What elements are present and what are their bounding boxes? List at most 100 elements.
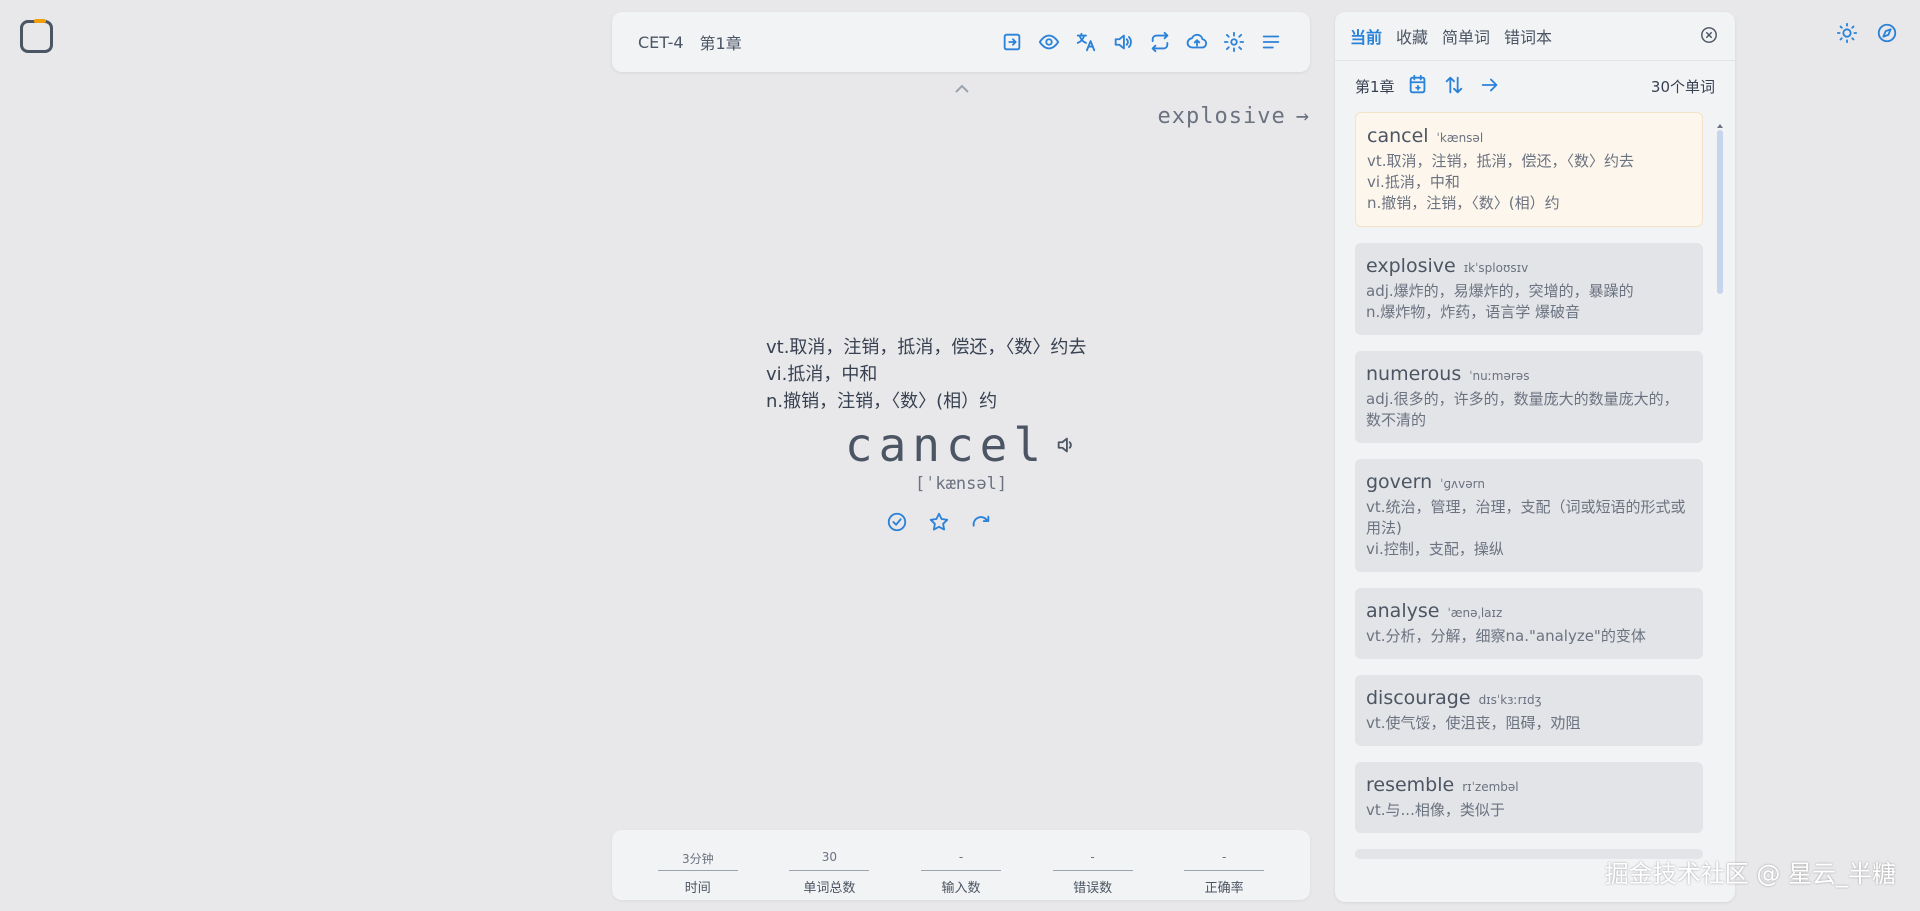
stat-total-words: 30 单词总数 <box>789 830 870 900</box>
word-translation: vt.取消，注销，抵消，偿还，〈数〉约去 vi.抵消，中和 n.撤销，注销，〈数… <box>766 334 1166 415</box>
stat-inputs: - 输入数 <box>920 830 1001 900</box>
sound-icon[interactable] <box>1110 29 1136 55</box>
stat-divider <box>657 870 738 871</box>
def-line: adj.很多的，许多的，数量庞大的数量庞大的，数不清的 <box>1366 390 1679 429</box>
trans-line: n.撤销，注销，〈数〉(相）约 <box>766 391 998 412</box>
stat-divider <box>1052 870 1133 871</box>
dict-selector[interactable]: CET-4 <box>638 33 684 52</box>
list-item[interactable]: govern ˈɡʌvərn vt.统治，管理，治理，支配（词或短语的形式或用法)… <box>1355 459 1703 572</box>
translate-icon[interactable] <box>1073 29 1099 55</box>
stat-divider <box>1184 870 1265 871</box>
def-line: vi.控制，支配，操纵 <box>1366 540 1504 558</box>
list-item[interactable]: analyse ˈænəˌlaɪz vt.分析，分解，细察na."analyze"… <box>1355 588 1703 659</box>
chapter-selector[interactable]: 第1章 <box>700 30 742 54</box>
sort-icon[interactable] <box>1443 74 1467 98</box>
word-list: cancel ˈkænsəl vt.取消，注销，抵消，偿还，〈数〉约去 vi.抵消… <box>1355 112 1703 859</box>
word-list-panel: 当前 收藏 简单词 错词本 第1章 30个单词 cancel ˈkænsəl vt… <box>1335 12 1735 902</box>
panel-tabs: 当前 收藏 简单词 错词本 <box>1335 12 1735 61</box>
skip-redo-icon[interactable] <box>969 510 993 534</box>
tab-favorites[interactable]: 收藏 <box>1396 24 1428 48</box>
trans-line: vt.取消，注销，抵消，偿还，〈数〉约去 <box>766 337 1087 358</box>
speaker-icon[interactable] <box>1055 434 1077 456</box>
current-word: cancel <box>612 418 1310 472</box>
def-line: vt.使气馁，使沮丧，阻碍，劝阻 <box>1366 714 1581 732</box>
stat-label: 正确率 <box>1204 881 1244 896</box>
def-line: n.爆炸物，炸药，语言学 爆破音 <box>1366 303 1581 321</box>
list-word: govern <box>1366 471 1433 493</box>
phonetic-text: [ˈkænsəl] <box>914 474 1008 494</box>
list-word: resemble <box>1366 774 1455 796</box>
sun-theme-icon[interactable] <box>1836 22 1860 46</box>
list-item[interactable]: discourage dɪsˈkɜːrɪdʒ vt.使气馁，使沮丧，阻碍，劝阻 <box>1355 675 1703 746</box>
stat-value: 3分钟 <box>681 852 714 866</box>
list-phonetic: ɪkˈsploʊsɪv <box>1463 261 1529 275</box>
list-item[interactable]: cancel ˈkænsəl vt.取消，注销，抵消，偿还，〈数〉约去 vi.抵消… <box>1355 112 1703 227</box>
list-phonetic: dɪsˈkɜːrɪdʒ <box>1478 693 1542 707</box>
word-text: cancel <box>844 418 1048 472</box>
compass-icon[interactable] <box>1876 22 1900 46</box>
list-definition: adj.爆炸的，易爆炸的，突增的，暴躁的 n.爆炸物，炸药，语言学 爆破音 <box>1366 281 1692 323</box>
stat-label: 单词总数 <box>803 881 856 896</box>
star-icon[interactable] <box>927 510 951 534</box>
scroll-up-arrow-icon[interactable] <box>1717 124 1723 128</box>
def-line: adj.爆炸的，易爆炸的，突增的，暴躁的 <box>1366 282 1634 300</box>
stat-divider <box>789 870 870 871</box>
stat-label: 时间 <box>684 881 711 896</box>
watermark: 掘金技术社区 @ 星云_半糖 <box>1604 860 1896 888</box>
stat-accuracy: - 正确率 <box>1184 830 1265 900</box>
chevron-up-icon[interactable] <box>952 80 972 98</box>
stats-bar: 3分钟 时间 30 单词总数 - 输入数 - 错误数 - 正确率 <box>612 830 1310 900</box>
list-item[interactable]: resemble rɪˈzembəl vt.与...相像，类似于 <box>1355 762 1703 833</box>
scrollbar-thumb[interactable] <box>1717 130 1723 294</box>
word-count: 30个单词 <box>1650 77 1715 96</box>
list-word: cancel <box>1367 125 1429 147</box>
stat-time: 3分钟 时间 <box>657 830 738 900</box>
list-word: numerous <box>1366 363 1462 385</box>
loop-icon[interactable] <box>1147 29 1173 55</box>
list-phonetic: ˈnuːmərəs <box>1469 369 1530 383</box>
tab-current[interactable]: 当前 <box>1350 24 1382 48</box>
stat-value: - <box>1090 850 1095 864</box>
settings-gear-icon[interactable] <box>1221 29 1247 55</box>
stat-label: 错误数 <box>1073 881 1113 896</box>
panel-scrollbar[interactable] <box>1717 124 1723 900</box>
tab-easy-words[interactable]: 简单词 <box>1442 24 1490 48</box>
list-definition: vt.分析，分解，细察na."analyze"的变体 <box>1366 626 1692 647</box>
list-item[interactable]: numerous ˈnuːmərəs adj.很多的，许多的，数量庞大的数量庞大的… <box>1355 351 1703 443</box>
stat-errors: - 错误数 <box>1052 830 1133 900</box>
cloud-upload-icon[interactable] <box>1184 29 1210 55</box>
refresh-calendar-icon[interactable] <box>1407 74 1431 98</box>
stat-divider <box>920 870 1001 871</box>
next-word-link[interactable]: explosive → <box>1158 104 1310 129</box>
arrow-right-icon: → <box>1295 104 1310 129</box>
list-phonetic: ˈɡʌvərn <box>1440 477 1485 491</box>
list-definition: vt.与...相像，类似于 <box>1366 800 1692 821</box>
tab-wrong-words[interactable]: 错词本 <box>1504 24 1552 48</box>
list-definition: vt.统治，管理，治理，支配（词或短语的形式或用法) vi.控制，支配，操纵 <box>1366 497 1692 560</box>
menu-list-icon[interactable] <box>1258 29 1284 55</box>
list-phonetic: rɪˈzembəl <box>1462 780 1519 794</box>
trans-line: vi.抵消，中和 <box>766 364 878 385</box>
list-item[interactable]: explosive ɪkˈsploʊsɪv adj.爆炸的，易爆炸的，突增的，暴躁… <box>1355 243 1703 335</box>
app-logo-icon[interactable] <box>20 19 53 53</box>
toolbar-tools <box>999 29 1284 55</box>
list-definition: vt.取消，注销，抵消，偿还，〈数〉约去 vi.抵消，中和 n.撤销，注销，〈数… <box>1367 151 1691 214</box>
arrow-right-icon[interactable] <box>1479 74 1503 98</box>
def-line: n.撤销，注销，〈数〉(相）约 <box>1367 194 1560 212</box>
list-word: explosive <box>1366 255 1456 277</box>
list-phonetic: ˈkænsəl <box>1436 131 1484 145</box>
def-line: vi.抵消，中和 <box>1367 173 1460 191</box>
def-line: vt.统治，管理，治理，支配（词或短语的形式或用法) <box>1366 498 1686 537</box>
list-definition: vt.使气馁，使沮丧，阻碍，劝阻 <box>1366 713 1692 734</box>
stat-label: 输入数 <box>941 881 981 896</box>
exit-icon[interactable] <box>999 29 1025 55</box>
list-phonetic: ˈænəˌlaɪz <box>1447 606 1503 620</box>
close-icon[interactable] <box>1700 26 1720 46</box>
list-definition: adj.很多的，许多的，数量庞大的数量庞大的，数不清的 <box>1366 389 1692 431</box>
check-circle-icon[interactable] <box>885 510 909 534</box>
eye-icon[interactable] <box>1036 29 1062 55</box>
top-toolbar: CET-4 第1章 <box>612 12 1310 72</box>
stat-value: - <box>1222 850 1227 864</box>
panel-chapter-row: 第1章 30个单词 <box>1335 61 1735 111</box>
list-word: discourage <box>1366 687 1471 709</box>
